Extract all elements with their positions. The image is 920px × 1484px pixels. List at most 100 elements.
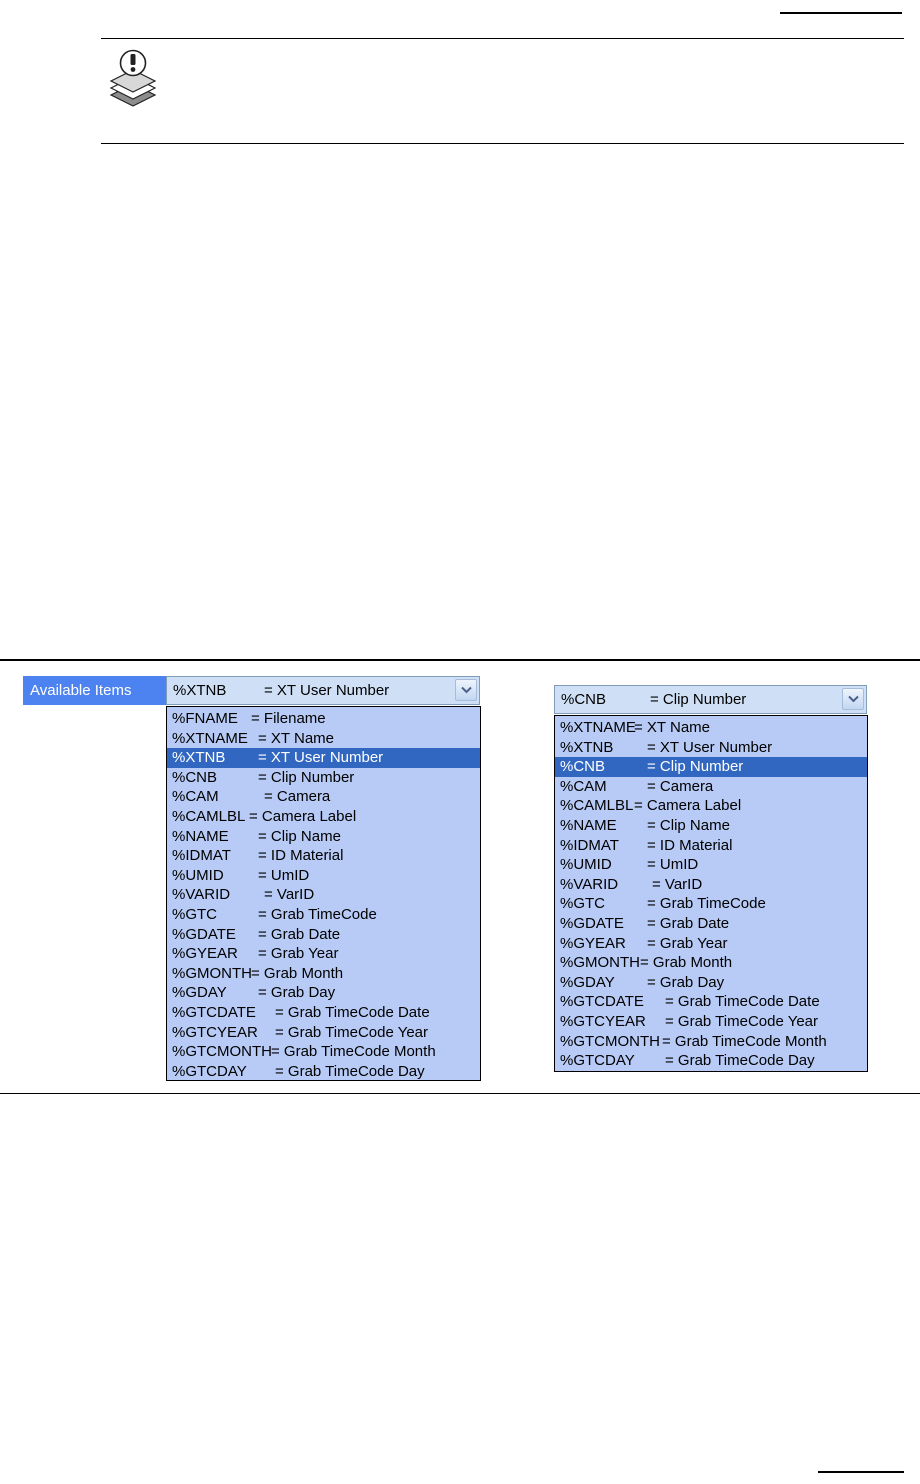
option-code: %XTNAME [560, 719, 636, 736]
dropdown-option[interactable]: %GTC = Grab TimeCode [167, 905, 480, 925]
dropdown-option[interactable]: %VARID = VarID [167, 885, 480, 905]
dropdown-option[interactable]: %GTCDATE = Grab TimeCode Date [167, 1003, 480, 1023]
option-code: %GTCDAY [172, 1062, 247, 1080]
dropdown-option[interactable]: %GYEAR = Grab Year [555, 934, 867, 954]
dropdown-option[interactable]: %CNB = Clip Number [555, 757, 867, 777]
dropdown-option[interactable]: %XTNAME = XT Name [167, 729, 480, 749]
option-code: %GTCDATE [172, 1003, 256, 1021]
figure-bottom-rule [0, 1093, 920, 1094]
option-desc: = Clip Number [647, 758, 744, 776]
chevron-down-icon [461, 686, 472, 694]
option-code: %CNB [172, 768, 218, 786]
option-code: %GDATE [560, 914, 624, 932]
right-dropdown-list: %XTNAME = XT Name %XTNB = XT User Number %CN… [554, 715, 868, 1072]
dropdown-option[interactable]: %GTCMONTH = Grab TimeCode Month [167, 1042, 480, 1062]
figure-top-rule [0, 659, 920, 661]
dropdown-option[interactable]: %GDAY = Grab Day [167, 983, 480, 1003]
dropdown-option[interactable]: %GDATE = Grab Date [555, 914, 867, 934]
note-top-rule [101, 38, 904, 39]
option-code: %GMONTH [172, 964, 252, 982]
dropdown-option[interactable]: %CAMLBL = Camera Label [555, 796, 867, 816]
option-code: %UMID [172, 866, 224, 884]
left-dropdown-field[interactable]: %XTNB = XT User Number [166, 676, 480, 705]
option-code: %GDAY [560, 973, 615, 991]
left-dropdown-list: %FNAME = Filename %XTNAME = XT Name %XTNB = X… [166, 706, 481, 1081]
dropdown-option[interactable]: %UMID = UmID [167, 866, 480, 886]
option-desc: = Clip Number [258, 768, 355, 786]
dropdown-option[interactable]: %XTNB = XT User Number [167, 748, 480, 768]
dropdown-option[interactable]: %XTNB = XT User Number [555, 738, 867, 758]
option-code: %CAMLBL [560, 797, 634, 815]
option-desc: = VarID [264, 886, 315, 904]
option-code: %GTCMONTH [172, 1043, 272, 1061]
option-code: %NAME [172, 827, 229, 845]
dropdown-option[interactable]: %GYEAR = Grab Year [167, 944, 480, 964]
option-desc: = Grab TimeCode Day [275, 1062, 425, 1080]
dropdown-option[interactable]: %CAM = Camera [167, 787, 480, 807]
option-desc: = Camera Label [634, 797, 742, 815]
left-dropdown-button[interactable] [455, 679, 477, 701]
dropdown-option[interactable]: %XTNAME = XT Name [555, 718, 867, 738]
option-code: %GTCYEAR [560, 1012, 646, 1030]
dropdown-option[interactable]: %GTCYEAR = Grab TimeCode Year [555, 1012, 867, 1032]
option-desc: = Filename [251, 710, 326, 727]
option-code: %NAME [560, 816, 617, 834]
dropdown-option[interactable]: %UMID = UmID [555, 855, 867, 875]
option-code: %GTCDATE [560, 993, 644, 1011]
option-code: %XTNB [172, 749, 226, 767]
right-dropdown-field[interactable]: %CNB = Clip Number [554, 685, 867, 714]
option-code: %GTC [172, 905, 217, 923]
dropdown-option[interactable]: %NAME = Clip Name [555, 816, 867, 836]
option-code: %GYEAR [560, 934, 626, 952]
dropdown-option[interactable]: %GDATE = Grab Date [167, 925, 480, 945]
option-desc: = Grab Month [251, 964, 344, 982]
option-desc: = Grab TimeCode Year [665, 1012, 819, 1030]
option-code: %IDMAT [560, 836, 619, 854]
note-stack-icon [108, 46, 158, 112]
dropdown-option[interactable]: %GTCDAY = Grab TimeCode Day [167, 1062, 480, 1082]
dropdown-option[interactable]: %GTCYEAR = Grab TimeCode Year [167, 1023, 480, 1043]
option-desc: = XT Name [258, 729, 335, 747]
dropdown-option[interactable]: %GTCMONTH = Grab TimeCode Month [555, 1032, 867, 1052]
option-desc: = ID Material [647, 836, 733, 854]
option-desc: = Grab TimeCode [258, 905, 377, 923]
option-desc: = UmID [647, 856, 699, 874]
dropdown-option[interactable]: %GMONTH = Grab Month [555, 953, 867, 973]
footer-rule [818, 1471, 904, 1473]
option-desc: = XT User Number [258, 749, 384, 767]
option-code: %VARID [560, 875, 619, 893]
option-desc: = Grab TimeCode Date [275, 1003, 430, 1021]
option-code: %VARID [172, 886, 231, 904]
option-desc: = Grab Year [647, 934, 728, 952]
dropdown-option[interactable]: %CAM = Camera [555, 777, 867, 797]
option-desc: = Grab Month [640, 954, 733, 972]
option-code: %UMID [560, 856, 612, 874]
dropdown-option[interactable]: %IDMAT = ID Material [555, 836, 867, 856]
option-code: %GMONTH [560, 954, 640, 972]
dropdown-option[interactable]: %VARID = VarID [555, 875, 867, 895]
left-dropdown-selected-code: %XTNB [173, 682, 227, 699]
option-code: %IDMAT [172, 847, 231, 865]
dropdown-option[interactable]: %GTCDAY = Grab TimeCode Day [555, 1051, 867, 1071]
option-desc: = XT Name [634, 719, 711, 736]
available-items-label: Available Items [23, 676, 167, 705]
dropdown-option[interactable]: %CNB = Clip Number [167, 768, 480, 788]
option-code: %CAM [560, 777, 607, 795]
dropdown-option[interactable]: %GMONTH = Grab Month [167, 964, 480, 984]
dropdown-option[interactable]: %NAME = Clip Name [167, 827, 480, 847]
option-code: %CAM [172, 788, 219, 806]
dropdown-option[interactable]: %GTC = Grab TimeCode [555, 894, 867, 914]
option-desc: = Grab Date [258, 925, 341, 943]
dropdown-option[interactable]: %CAMLBL = Camera Label [167, 807, 480, 827]
option-desc: = Grab Year [258, 945, 339, 963]
dropdown-option[interactable]: %GTCDATE = Grab TimeCode Date [555, 992, 867, 1012]
option-desc: = Grab Date [647, 914, 730, 932]
option-desc: = Grab TimeCode Year [275, 1023, 429, 1041]
option-desc: = Camera [647, 777, 714, 795]
right-dropdown-button[interactable] [842, 688, 864, 710]
option-code: %GDATE [172, 925, 236, 943]
dropdown-option[interactable]: %FNAME = Filename [167, 709, 480, 729]
dropdown-option[interactable]: %GDAY = Grab Day [555, 973, 867, 993]
option-code: %FNAME [172, 710, 238, 727]
dropdown-option[interactable]: %IDMAT = ID Material [167, 846, 480, 866]
